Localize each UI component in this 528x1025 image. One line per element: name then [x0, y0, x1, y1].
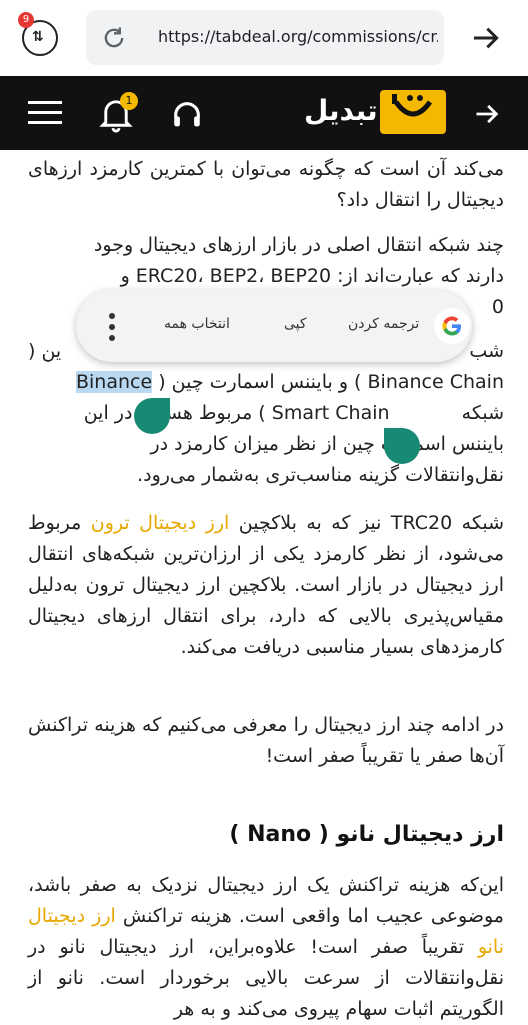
paragraph-4: شبکه TRC20 نیز که به بلاکچین ارز دیجیتال… [28, 508, 504, 663]
url-text[interactable]: https://tabdeal.org/commissions/cr... [158, 27, 438, 46]
select-all-button[interactable]: انتخاب همه [164, 316, 230, 332]
paragraph-3-line-4: بایننس اسمارت چین از نظر میزان کارمزد در [150, 433, 504, 455]
paragraph-3-line-3-text: Smart Chain ) مربوط هستند. در این [83, 402, 390, 424]
paragraph-3-line-3: شبکه Smart Chain ) مربوط هستند. در این [28, 398, 504, 429]
google-logo[interactable] [434, 308, 470, 344]
support-headset-icon[interactable] [170, 98, 204, 132]
tab-switcher-icon: ⇅ [32, 29, 44, 45]
selected-text[interactable]: Binance [75, 371, 153, 393]
reload-icon[interactable] [100, 24, 128, 52]
forward-arrow-icon[interactable] [470, 22, 502, 54]
tab-count-badge: 9 [18, 12, 34, 28]
back-arrow-icon[interactable] [472, 100, 502, 128]
copy-button[interactable]: کپی [284, 316, 307, 332]
paragraph-2-line-1: چند شبکه انتقال اصلی در بازار ارزهای دیج… [93, 234, 504, 256]
address-bar[interactable]: https://tabdeal.org/commissions/cr... [86, 10, 444, 65]
paragraph-5: در ادامه چند ارز دیجیتال را معرفی می‌کنی… [28, 714, 504, 767]
heading-nano: ارز دیجیتال نانو ( Nano ) [229, 822, 504, 847]
selection-handle-start[interactable] [134, 398, 170, 434]
browser-toolbar: ⇅ 9 https://tabdeal.org/commissions/cr..… [0, 0, 528, 76]
site-header: تبدیل [0, 76, 528, 150]
paragraph-1: می‌کند آن است که چگونه می‌توان با کمترین… [28, 158, 504, 211]
paragraph-3-line-3-end: شبکه [461, 402, 504, 424]
notification-count-badge: 1 [120, 92, 138, 110]
paragraph-3-line-5: نقل‌وانتقالات گزینه مناسب‌تری به‌شمار می… [137, 464, 504, 486]
selection-handle-end[interactable] [384, 428, 420, 464]
paragraph-4-intro: شبکه TRC20 نیز که به بلاکچین [229, 512, 505, 534]
translate-button[interactable]: ترجمه کردن [348, 316, 419, 332]
brand-name[interactable]: تبدیل [304, 94, 378, 127]
paragraph-2-line-2: دارند که عبارت‌اند از: ERC20، BEP2، BEP2… [120, 265, 504, 287]
paragraph-3-line-2-text: Binance Chain ) و بایننس اسمارت چین ( [158, 371, 504, 393]
brand-logo-icon [392, 94, 433, 117]
brand-logo[interactable] [380, 90, 446, 134]
menu-icon[interactable] [28, 101, 62, 125]
google-icon [442, 316, 461, 336]
text-selection-menu: انتخاب همه کپی ترجمه کردن [76, 290, 472, 362]
paragraph-6-mid: تقریباً صفر است! علاوه‌براین، ارز [170, 936, 478, 958]
tron-link[interactable]: ارز دیجیتال ترون [91, 512, 230, 534]
paragraph-3-line-2: Binance Chain ) و بایننس اسمارت چین ( Bi… [28, 367, 504, 398]
more-options-icon[interactable] [106, 312, 118, 342]
paragraph-6: این‌که هزینه تراکنش یک ارز دیجیتال نزدیک… [28, 870, 504, 1025]
